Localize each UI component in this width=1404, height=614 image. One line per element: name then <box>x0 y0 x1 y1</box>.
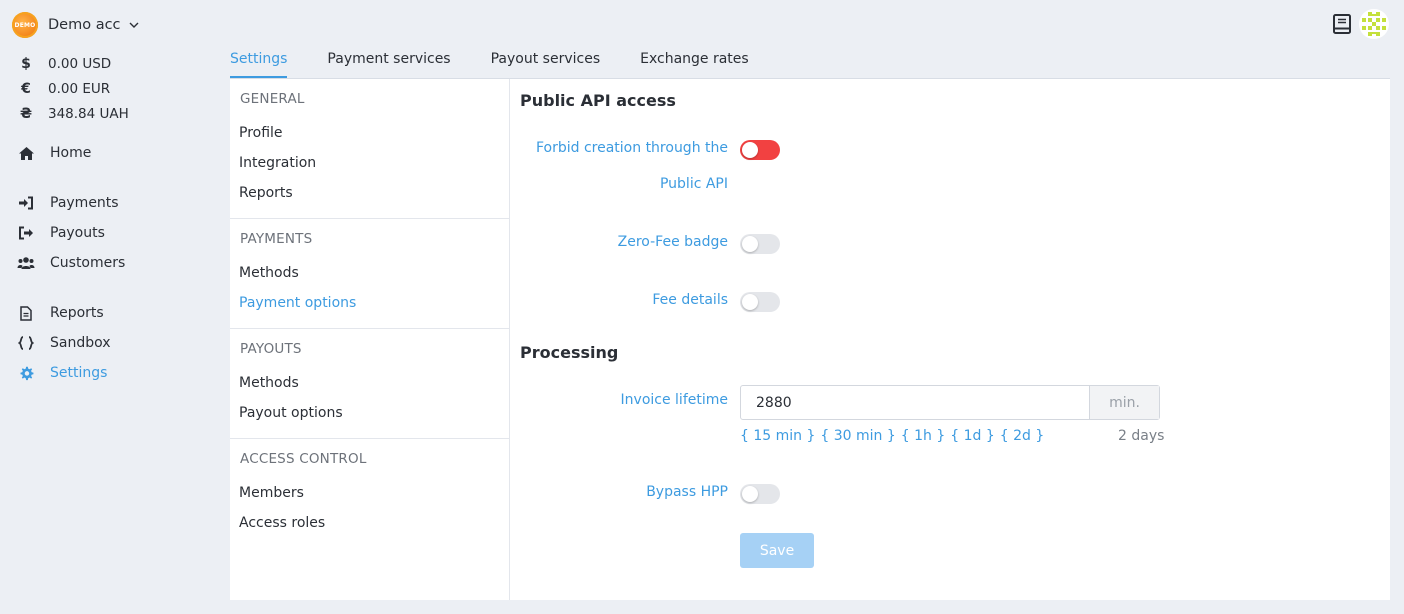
divider <box>230 328 509 329</box>
toggle-knob <box>742 236 758 252</box>
toggle-knob <box>742 486 758 502</box>
invoice-lifetime-hint: 2 days <box>1118 428 1165 444</box>
save-button[interactable]: Save <box>740 533 814 568</box>
nav-item-customers[interactable]: Customers <box>16 252 125 274</box>
zero-fee-badge-toggle[interactable] <box>740 234 780 254</box>
fee-details-toggle[interactable] <box>740 292 780 312</box>
payment-options-form: Public API access Forbid creation throug… <box>511 79 1390 600</box>
section-title-access-control: ACCESS CONTROL <box>240 451 367 467</box>
preset-15-min[interactable]: { 15 min } <box>740 428 815 444</box>
euro-icon: € <box>21 81 31 97</box>
nav-item-sandbox[interactable]: Sandbox <box>16 332 111 354</box>
book-icon[interactable] <box>1331 13 1353 35</box>
subnav-item-access-roles[interactable]: Access roles <box>239 515 325 531</box>
settings-subnav: GENERAL Profile Integration Reports PAYM… <box>230 79 510 600</box>
document-icon <box>16 305 36 321</box>
preset-30-min[interactable]: { 30 min } <box>820 428 895 444</box>
balance-amount: 0.00 USD <box>48 56 112 72</box>
nav-item-payments[interactable]: Payments <box>16 192 119 214</box>
fee-details-label: Fee details <box>652 292 728 308</box>
balance-eur: € 0.00 EUR <box>18 79 110 99</box>
nav-item-payouts[interactable]: Payouts <box>16 222 105 244</box>
hryvnia-icon: ₴ <box>19 106 33 122</box>
bypass-hpp-toggle[interactable] <box>740 484 780 504</box>
home-icon <box>16 145 36 161</box>
account-logo: DEMO <box>12 12 38 38</box>
divider <box>230 218 509 219</box>
settings-panel: GENERAL Profile Integration Reports PAYM… <box>230 78 1390 600</box>
tab-payout-services[interactable]: Payout services <box>491 46 601 78</box>
balance-usd: $ 0.00 USD <box>18 54 111 74</box>
subnav-item-members[interactable]: Members <box>239 485 304 501</box>
forbid-public-api-label-cont: Public API <box>659 176 728 192</box>
nav-item-settings[interactable]: Settings <box>16 362 107 384</box>
sign-in-icon <box>16 195 36 211</box>
sign-out-icon <box>16 225 36 241</box>
subnav-item-payment-options[interactable]: Payment options <box>239 295 356 311</box>
avatar[interactable] <box>1359 9 1389 39</box>
subnav-item-payout-options[interactable]: Payout options <box>239 405 343 421</box>
preset-1d[interactable]: { 1d } <box>950 428 995 444</box>
toggle-knob <box>742 142 758 158</box>
invoice-lifetime-presets: { 15 min } { 30 min } { 1h } { 1d } { 2d… <box>740 428 1049 444</box>
forbid-public-api-toggle[interactable] <box>740 140 780 160</box>
account-name: Demo acc <box>48 17 121 33</box>
nav-item-reports[interactable]: Reports <box>16 302 104 324</box>
tab-settings[interactable]: Settings <box>230 46 288 78</box>
zero-fee-badge-label: Zero-Fee badge <box>617 234 728 250</box>
account-switcher[interactable]: DEMO Demo acc <box>12 11 140 39</box>
preset-1h[interactable]: { 1h } <box>901 428 946 444</box>
preset-2d[interactable]: { 2d } <box>1000 428 1045 444</box>
section-heading-processing: Processing <box>520 343 619 362</box>
invoice-lifetime-field: min. <box>740 385 1160 420</box>
invoice-lifetime-label: Invoice lifetime <box>620 392 728 408</box>
tab-payment-services[interactable]: Payment services <box>327 46 450 78</box>
settings-tabs: Settings Payment services Payout service… <box>230 46 789 78</box>
nav-item-home[interactable]: Home <box>16 142 91 164</box>
users-icon <box>16 255 36 271</box>
divider <box>230 438 509 439</box>
balance-amount: 0.00 EUR <box>48 81 111 97</box>
subnav-item-profile[interactable]: Profile <box>239 125 283 141</box>
dollar-icon: $ <box>21 56 31 72</box>
forbid-public-api-label: Forbid creation through the <box>535 140 728 156</box>
subnav-item-payout-methods[interactable]: Methods <box>239 375 299 391</box>
bypass-hpp-label: Bypass HPP <box>646 484 728 500</box>
gear-icon <box>16 365 36 381</box>
section-title-payouts: PAYOUTS <box>240 341 302 357</box>
balance-amount: 348.84 UAH <box>48 106 129 122</box>
invoice-lifetime-unit: min. <box>1089 386 1159 419</box>
braces-icon <box>16 335 36 351</box>
toggle-knob <box>742 294 758 310</box>
chevron-down-icon <box>128 19 140 31</box>
subnav-item-integration[interactable]: Integration <box>239 155 316 171</box>
balance-uah: ₴ 348.84 UAH <box>18 104 129 124</box>
tab-exchange-rates[interactable]: Exchange rates <box>640 46 749 78</box>
invoice-lifetime-input[interactable] <box>741 386 1089 419</box>
section-heading-public-api: Public API access <box>520 91 676 110</box>
section-title-payments: PAYMENTS <box>240 231 313 247</box>
subnav-item-reports[interactable]: Reports <box>239 185 293 201</box>
subnav-item-payment-methods[interactable]: Methods <box>239 265 299 281</box>
section-title-general: GENERAL <box>240 91 305 107</box>
